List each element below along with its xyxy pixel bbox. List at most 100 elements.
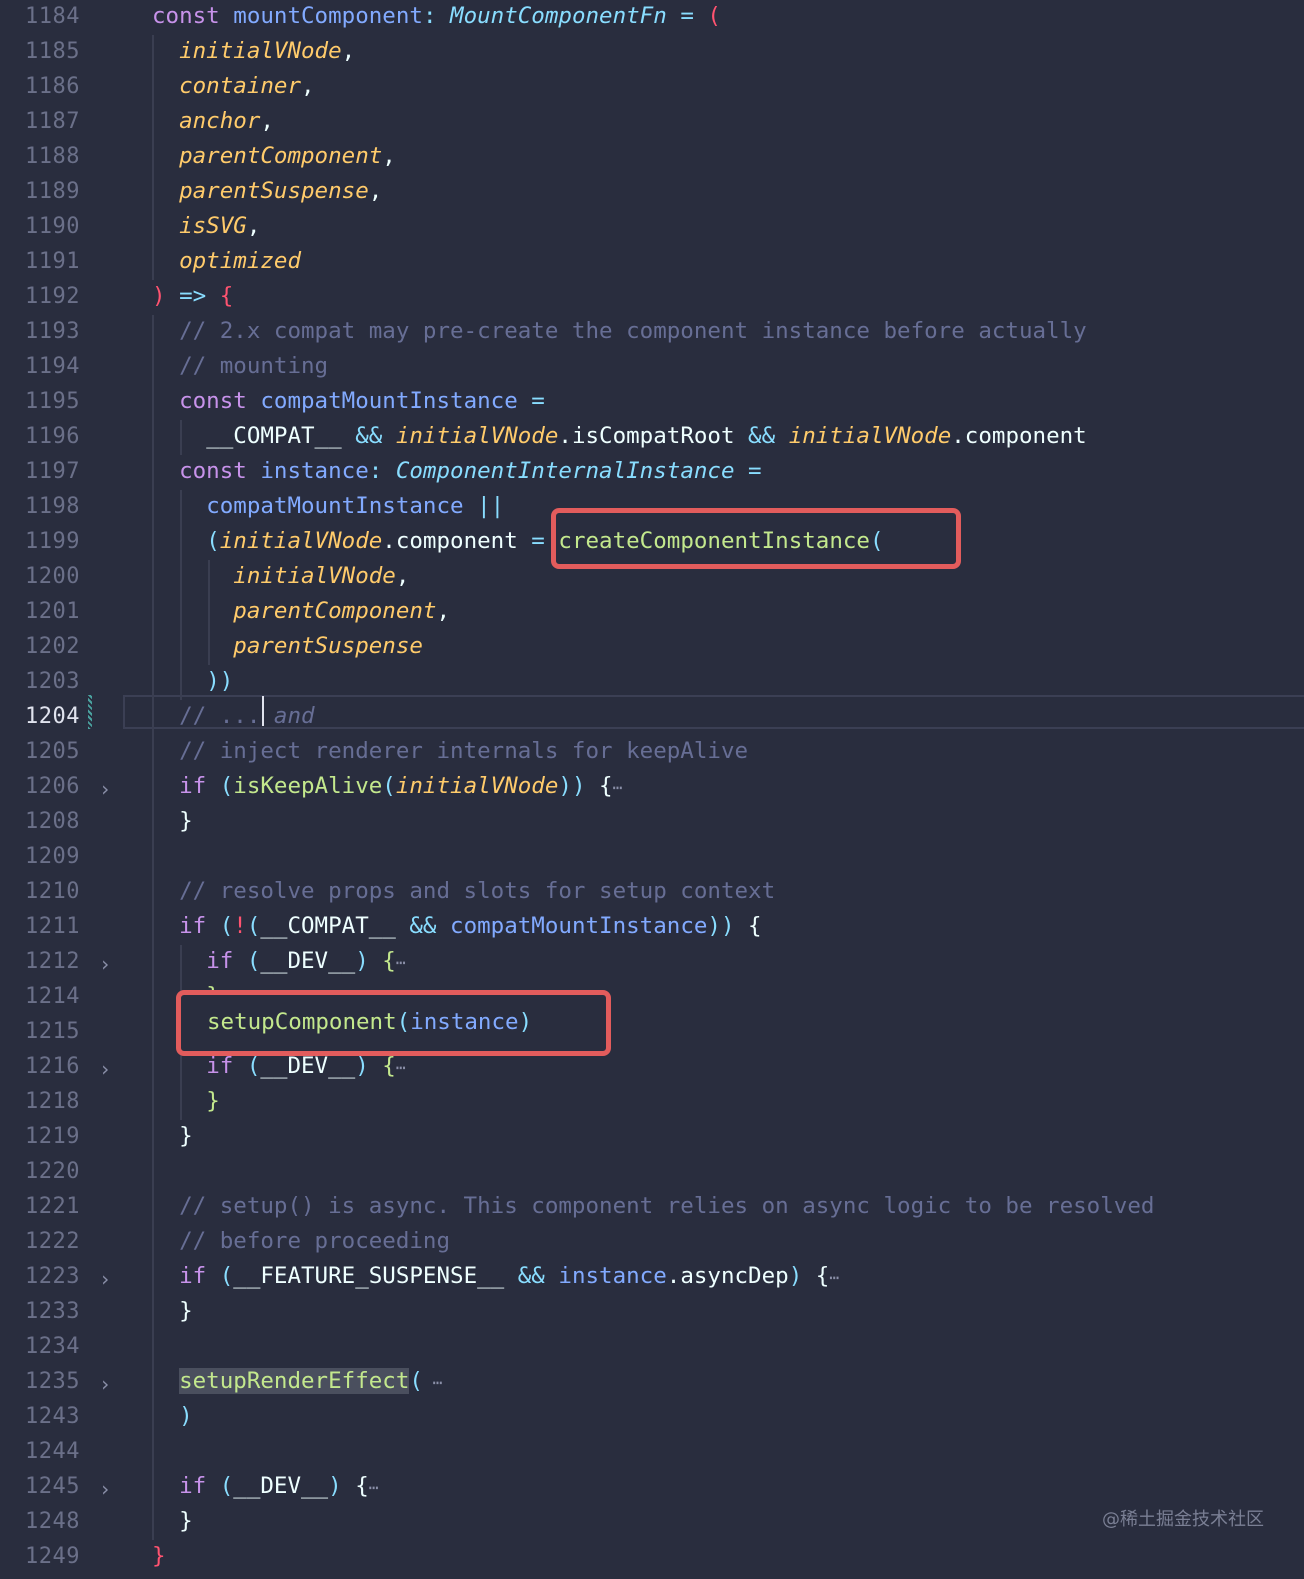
line-number: 1191 [25, 249, 80, 274]
fold-chevron-icon[interactable]: › [96, 1265, 114, 1293]
line-number: 1220 [25, 1159, 80, 1184]
highlight-box-create-instance [551, 508, 961, 569]
code-text: ) => { [152, 283, 234, 309]
code-line[interactable]: 1223 › if (__FEATURE_SUSPENSE__ && instan… [0, 1263, 1304, 1299]
code-text: container, [179, 73, 315, 99]
highlight-box-setup-component [176, 990, 611, 1056]
code-line[interactable]: 1206 › if (isKeepAlive(initialVNode)) {⋯ [0, 773, 1304, 809]
line-number: 1219 [25, 1124, 80, 1149]
line-number: 1211 [25, 914, 80, 939]
code-text: if (__DEV__) {⋯ [179, 1473, 379, 1499]
indent-guide [180, 490, 182, 700]
line-number: 1235 [25, 1369, 80, 1394]
line-number: 1189 [25, 179, 80, 204]
line-number: 1201 [25, 599, 80, 624]
code-line[interactable]: 1243 ) [0, 1403, 1304, 1439]
code-text: // setup() is async. This component reli… [152, 1193, 1155, 1219]
fold-chevron-icon[interactable]: › [96, 950, 114, 978]
line-number: 1218 [25, 1089, 80, 1114]
code-text: compatMountInstance || [206, 493, 505, 519]
line-number: 1210 [25, 879, 80, 904]
code-text: } [206, 1088, 220, 1114]
line-number: 1203 [25, 669, 80, 694]
line-number: 1243 [25, 1404, 80, 1429]
line-number: 1212 [25, 949, 80, 974]
code-text: if (!(__COMPAT__ && compatMountInstance)… [179, 913, 762, 939]
code-line[interactable]: 1208 } [0, 808, 1304, 844]
code-line[interactable]: 1219 } [0, 1123, 1304, 1159]
line-number: 1233 [25, 1299, 80, 1324]
code-text: if (__FEATURE_SUSPENSE__ && instance.asy… [179, 1263, 839, 1289]
line-number: 1197 [25, 459, 80, 484]
line-number: 1215 [25, 1019, 80, 1044]
line-number: 1188 [25, 144, 80, 169]
fold-chevron-icon[interactable]: › [96, 1475, 114, 1503]
line-number: 1194 [25, 354, 80, 379]
code-text: const mountComponent: MountComponentFn =… [152, 3, 721, 29]
line-number: 1244 [25, 1439, 80, 1464]
code-line[interactable]: 1249} [0, 1543, 1304, 1579]
code-text: // 2.x compat may pre-create the compone… [152, 318, 1087, 344]
indent-guide [152, 315, 154, 1540]
code-text: initialVNode, [179, 38, 356, 64]
code-editor[interactable]: 1184 const mountComponent: MountComponent… [0, 0, 1304, 1569]
code-text: if (isKeepAlive(initialVNode)) {⋯ [179, 773, 623, 799]
code-text: ) [179, 1403, 193, 1429]
code-text: // resolve props and slots for setup con… [152, 878, 776, 904]
code-text: if (__DEV__) {⋯ [206, 948, 406, 974]
line-number: 1198 [25, 494, 80, 519]
line-number: 1245 [25, 1474, 80, 1499]
line-number: 1234 [25, 1334, 80, 1359]
line-number: 1216 [25, 1054, 80, 1079]
code-text: anchor, [179, 108, 274, 134]
code-text: } [179, 1123, 193, 1149]
watermark: @稀土掘金技术社区 [1102, 1509, 1264, 1530]
fold-chevron-icon[interactable]: › [96, 1055, 114, 1083]
code-text: // mounting [152, 353, 329, 379]
fold-chevron-icon[interactable]: › [96, 1370, 114, 1398]
code-line[interactable]: 1233 } [0, 1298, 1304, 1334]
code-text: // ... and [152, 703, 315, 729]
line-number: 1185 [25, 39, 80, 64]
line-number: 1199 [25, 529, 80, 554]
line-number: 1214 [25, 984, 80, 1009]
line-number: 1202 [25, 634, 80, 659]
text-cursor [262, 696, 264, 726]
fold-chevron-icon[interactable]: › [96, 775, 114, 803]
code-line[interactable]: 1218 } [0, 1088, 1304, 1124]
line-number: 1196 [25, 424, 80, 449]
line-number: 1248 [25, 1509, 80, 1534]
line-number: 1193 [25, 319, 80, 344]
code-text: } [179, 1508, 193, 1534]
code-text: parentComponent, [179, 143, 396, 169]
line-number: 1200 [25, 564, 80, 589]
line-number: 1190 [25, 214, 80, 239]
code-text: parentSuspense, [179, 178, 383, 204]
line-number: 1205 [25, 739, 80, 764]
line-number: 1209 [25, 844, 80, 869]
line-number: 1195 [25, 389, 80, 414]
code-line[interactable]: 1235 › setupRenderEffect( ⋯ [0, 1368, 1304, 1404]
code-text: )) [206, 668, 234, 694]
code-text: parentSuspense [233, 633, 423, 659]
code-text: } [179, 1298, 193, 1324]
line-number: 1186 [25, 74, 80, 99]
code-text: // before proceeding [152, 1228, 451, 1254]
code-text: } [179, 808, 193, 834]
line-number: 1187 [25, 109, 80, 134]
code-text: __COMPAT__ && initialVNode.isCompatRoot … [206, 423, 1087, 449]
line-number: 1222 [25, 1229, 80, 1254]
code-text: // inject renderer internals for keepAli… [152, 738, 749, 764]
indent-guide [208, 560, 210, 665]
line-number: 1206 [25, 774, 80, 799]
code-text: initialVNode, [233, 563, 410, 589]
code-text: parentComponent, [233, 598, 451, 624]
indent-guide [152, 35, 154, 280]
line-number: 1223 [25, 1264, 80, 1289]
code-text: isSVG, [179, 213, 261, 239]
indent-guide [180, 420, 182, 455]
code-text: setupRenderEffect( ⋯ [179, 1368, 443, 1394]
line-number: 1204 [25, 704, 80, 729]
line-number: 1221 [25, 1194, 80, 1219]
code-line[interactable]: 1245 › if (__DEV__) {⋯ [0, 1473, 1304, 1509]
